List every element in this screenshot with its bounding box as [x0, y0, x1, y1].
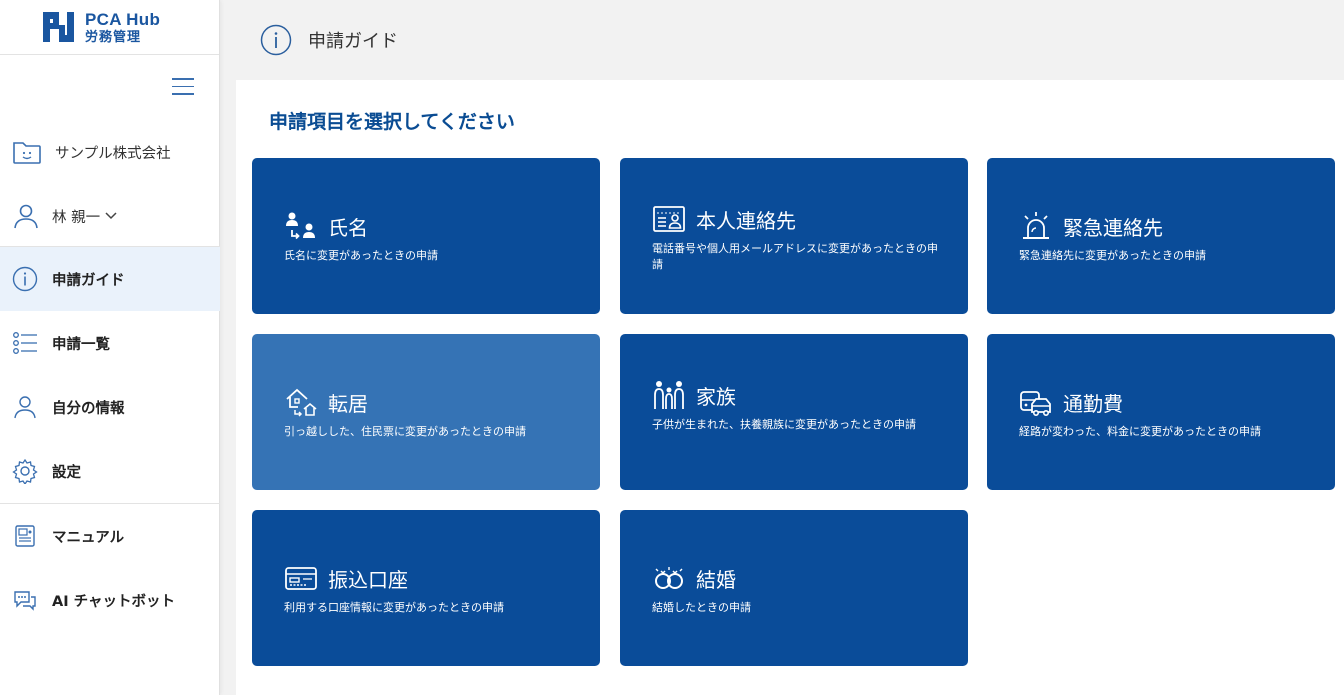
- card-title: 振込口座: [328, 567, 408, 592]
- company-folder-icon: [13, 142, 41, 164]
- card-description: 引っ越しした、住民票に変更があったときの申請: [284, 425, 526, 438]
- sidebar-item-label: マニュアル: [52, 529, 125, 546]
- manual-icon: [15, 525, 35, 547]
- card-title: 家族: [696, 384, 736, 409]
- card-title: 転居: [328, 391, 368, 416]
- company-name: サンプル株式会社: [55, 145, 171, 162]
- card-title: 通勤費: [1063, 391, 1123, 416]
- card-description: 結婚したときの申請: [652, 601, 751, 614]
- main-content: 申請項目を選択してください 氏名 氏名に変更があったときの申請 本人連絡先 電話…: [236, 80, 1344, 695]
- commute-icon: [1020, 391, 1051, 416]
- card-title: 氏名: [328, 215, 368, 240]
- menu-toggle-button[interactable]: [172, 78, 194, 98]
- sidebar-item-manual[interactable]: マニュアル: [0, 504, 220, 568]
- page-title: 申請ガイド: [308, 31, 398, 52]
- sidebar-item-guide[interactable]: 申請ガイド: [0, 247, 220, 311]
- company-selector[interactable]: サンプル株式会社: [0, 132, 220, 172]
- sidebar-item-chatbot[interactable]: AI チャットボット: [0, 568, 220, 632]
- card-contact[interactable]: 本人連絡先 電話番号や個人用メールアドレスに変更があったときの申請: [620, 158, 968, 314]
- hamburger-line: [172, 93, 194, 95]
- pca-logo-icon: [43, 12, 74, 42]
- person-icon: [14, 396, 36, 419]
- card-title: 結婚: [696, 567, 736, 592]
- chevron-down-icon: [105, 212, 117, 220]
- sidebar-item-label: 申請ガイド: [52, 272, 125, 289]
- card-family[interactable]: 家族 子供が生まれた、扶養親族に変更があったときの申請: [620, 334, 968, 490]
- sidebar-item-list[interactable]: 申請一覧: [0, 311, 220, 375]
- card-description: 経路が変わった、料金に変更があったときの申請: [1019, 425, 1261, 438]
- section-heading: 申請項目を選択してください: [269, 111, 515, 133]
- name-change-icon: [286, 212, 315, 240]
- card-description: 子供が生まれた、扶養親族に変更があったときの申請: [652, 418, 916, 431]
- card-marriage[interactable]: 結婚 結婚したときの申請: [620, 510, 968, 666]
- user-name: 林 親一: [52, 209, 101, 226]
- card-bank-account[interactable]: 振込口座 利用する口座情報に変更があったときの申請: [252, 510, 600, 666]
- logo-title: PCA Hub: [85, 9, 161, 29]
- bank-card-icon: [285, 567, 317, 590]
- card-description: 氏名に変更があったときの申請: [284, 249, 438, 262]
- sidebar: PCA Hub 労務管理 サンプル株式会社 林 親一 申請ガイド 申請一覧 自分…: [0, 0, 220, 695]
- sidebar-item-label: 自分の情報: [52, 400, 125, 417]
- sidebar-item-my-info[interactable]: 自分の情報: [0, 375, 220, 439]
- card-commute[interactable]: 通勤費 経路が変わった、料金に変更があったときの申請: [987, 334, 1335, 490]
- rings-icon: [655, 567, 683, 589]
- card-description: 電話番号や個人用メールアドレスに変更があったときの申請: [652, 242, 938, 271]
- hamburger-line: [172, 85, 194, 87]
- sidebar-item-label: 設定: [52, 464, 81, 481]
- contact-card-icon: [653, 206, 685, 232]
- card-description: 利用する口座情報に変更があったときの申請: [284, 601, 504, 614]
- card-move[interactable]: 転居 引っ越しした、住民票に変更があったときの申請: [252, 334, 600, 490]
- card-emergency-contact[interactable]: 緊急連絡先 緊急連絡先に変更があったときの申請: [987, 158, 1335, 314]
- page-header: 申請ガイド: [236, 0, 1344, 80]
- gear-icon: [12, 458, 38, 484]
- alarm-icon: [1023, 212, 1049, 239]
- info-icon: [12, 266, 38, 292]
- chatbot-icon: [14, 591, 36, 611]
- sidebar-item-settings[interactable]: 設定: [0, 439, 220, 503]
- card-title: 緊急連絡先: [1063, 215, 1163, 240]
- logo-subtitle: 労務管理: [85, 29, 142, 45]
- sidebar-item-label: AI チャットボット: [52, 593, 176, 610]
- list-icon: [13, 332, 37, 354]
- user-icon: [14, 204, 38, 229]
- user-menu[interactable]: 林 親一: [0, 196, 220, 236]
- logo[interactable]: PCA Hub 労務管理: [0, 0, 219, 55]
- family-icon: [654, 381, 684, 409]
- sidebar-item-label: 申請一覧: [52, 336, 110, 353]
- info-icon: [260, 24, 292, 56]
- card-name[interactable]: 氏名 氏名に変更があったときの申請: [252, 158, 600, 314]
- house-move-icon: [286, 388, 317, 417]
- hamburger-line: [172, 78, 194, 80]
- card-description: 緊急連絡先に変更があったときの申請: [1019, 249, 1206, 262]
- card-title: 本人連絡先: [696, 208, 796, 233]
